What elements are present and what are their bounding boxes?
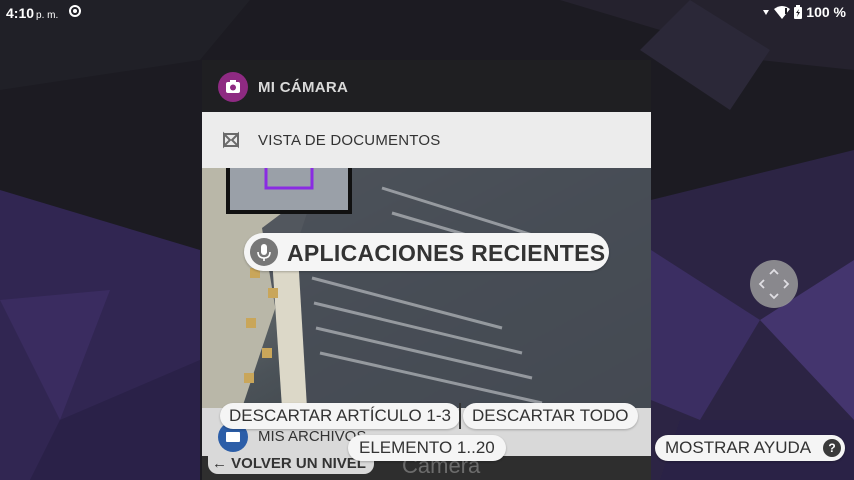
- document-view-icon: [223, 131, 239, 149]
- element-range-button[interactable]: ELEMENTO 1..20: [348, 435, 506, 461]
- back-level-label: VOLVER UN NIVEL: [231, 455, 366, 472]
- dismiss-item-button[interactable]: DESCARTAR ARTÍCULO 1-3: [220, 403, 461, 429]
- show-help-button[interactable]: MOSTRAR AYUDA ?: [655, 435, 846, 461]
- back-level-button[interactable]: ← VOLVER UN NIVEL: [208, 454, 374, 474]
- documents-card-title: VISTA DE DOCUMENTOS: [258, 132, 441, 149]
- status-time-ampm: p. m.: [36, 10, 59, 21]
- sync-icon: [69, 5, 81, 17]
- wifi-icon: [774, 5, 791, 19]
- help-icon: ?: [823, 439, 842, 457]
- back-arrow-icon: ←: [212, 455, 227, 472]
- camera-icon: [218, 72, 248, 102]
- microphone-icon: [250, 238, 278, 266]
- status-time-value: 4:10: [6, 5, 35, 21]
- show-help-label: MOSTRAR AYUDA: [665, 438, 812, 457]
- recent-app-camera-card[interactable]: MI CÁMARA: [202, 60, 651, 114]
- dismiss-all-button[interactable]: DESCARTAR TODO: [463, 403, 638, 429]
- documents-card-preview[interactable]: [202, 168, 651, 408]
- preview-image: [202, 168, 651, 408]
- recent-apps-heading-chip: APLICACIONES RECIENTES: [244, 233, 609, 271]
- camera-card-title: MI CÁMARA: [258, 79, 349, 96]
- status-right: 100 %: [762, 4, 846, 20]
- directional-pad-icon[interactable]: [750, 260, 798, 308]
- chip-divider: [459, 403, 461, 429]
- battery-percent: 100 %: [806, 4, 846, 20]
- recent-app-documents-card[interactable]: VISTA DE DOCUMENTOS: [202, 112, 651, 168]
- recent-apps-heading: APLICACIONES RECIENTES: [287, 240, 606, 266]
- signal-dot-icon: [763, 10, 770, 15]
- status-bar: 4:10 p. m. 100 %: [0, 0, 854, 24]
- status-time: 4:10 p. m.: [6, 5, 58, 21]
- battery-icon: [794, 5, 803, 19]
